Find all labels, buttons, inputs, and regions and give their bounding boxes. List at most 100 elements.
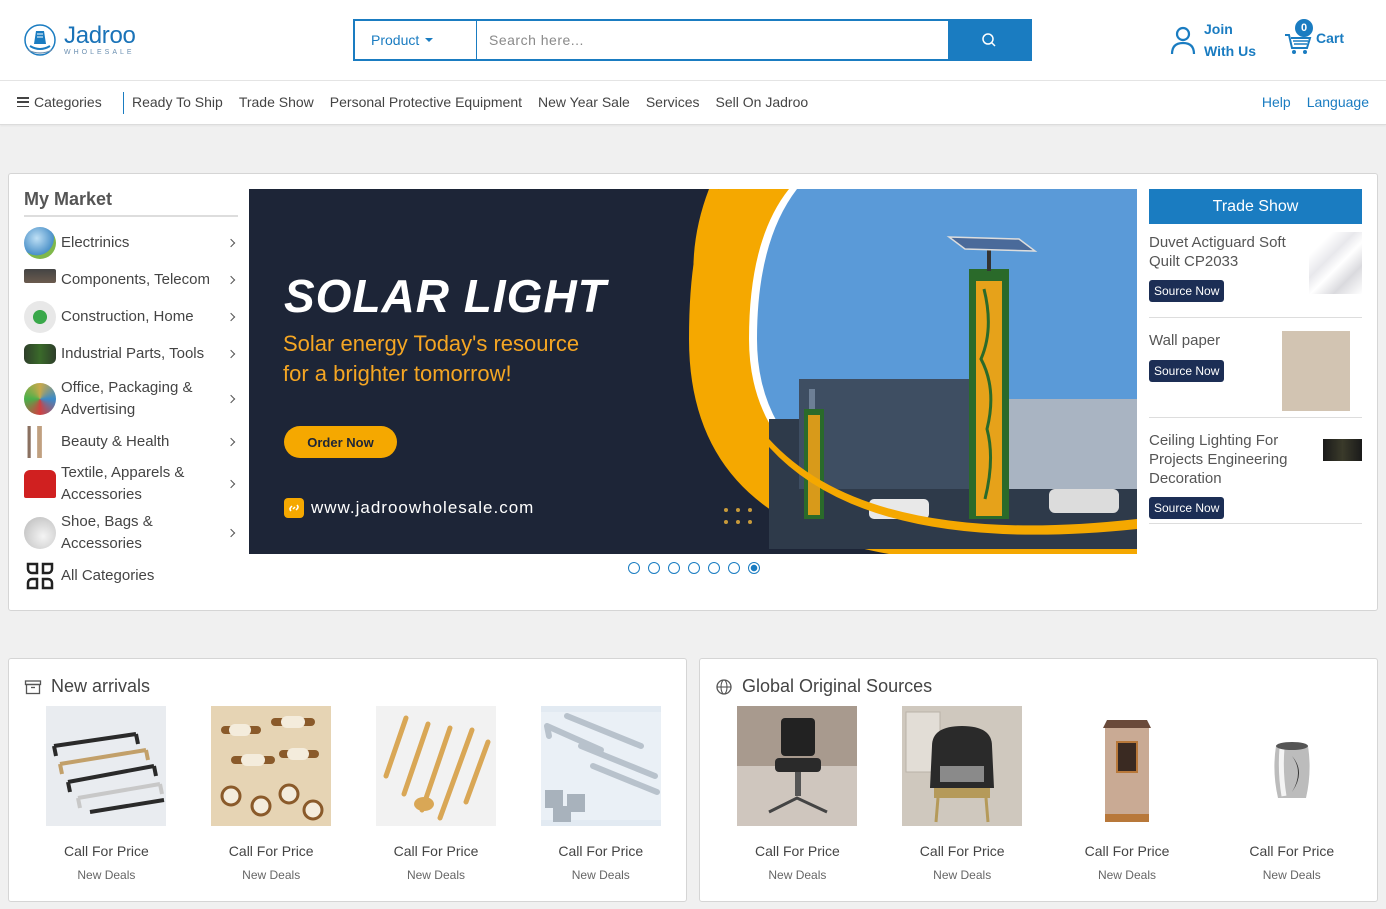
chevron-right-icon bbox=[226, 437, 236, 447]
trade-item-name[interactable]: Duvet Actiguard Soft Quilt CP2033 bbox=[1149, 233, 1299, 271]
globe-icon bbox=[716, 678, 732, 695]
brand-name: Jadroo bbox=[64, 22, 136, 49]
source-now-button[interactable]: Source Now bbox=[1149, 497, 1225, 519]
trade-item: Duvet Actiguard Soft Quilt CP2033 Source… bbox=[1149, 224, 1362, 318]
trade-show-title[interactable]: Trade Show bbox=[1149, 189, 1362, 224]
categories-label: Categories bbox=[34, 94, 102, 110]
global-sources-header: Global Original Sources bbox=[715, 676, 932, 697]
search-icon bbox=[982, 33, 996, 47]
carousel-dot[interactable] bbox=[688, 562, 700, 574]
global-sources-title: Global Original Sources bbox=[742, 676, 933, 696]
category-thumb bbox=[24, 383, 56, 415]
chevron-right-icon bbox=[226, 312, 236, 322]
category-thumb bbox=[24, 301, 56, 333]
chevron-right-icon bbox=[226, 394, 236, 404]
banner-subtitle-line-1: Solar energy Today's resource bbox=[283, 331, 580, 356]
product-card[interactable]: Call For Price New Deals bbox=[354, 706, 519, 882]
source-now-button[interactable]: Source Now bbox=[1149, 360, 1225, 382]
cart-link[interactable]: 0 Cart bbox=[1284, 17, 1344, 57]
trade-item-image[interactable] bbox=[1282, 331, 1350, 411]
category-item-electronics[interactable]: Electrinics bbox=[24, 226, 238, 260]
carousel-dot[interactable] bbox=[628, 562, 640, 574]
nav-link-help[interactable]: Help bbox=[1262, 94, 1291, 110]
category-item-components[interactable]: Components, Telecom bbox=[24, 260, 238, 299]
new-arrivals-panel: New arrivals Call For Price New Deals Ca… bbox=[8, 658, 687, 902]
category-thumb bbox=[24, 227, 56, 259]
chevron-right-icon bbox=[226, 479, 236, 489]
category-item-industrial[interactable]: Industrial Parts, Tools bbox=[24, 335, 238, 373]
trade-item-name[interactable]: Ceiling Lighting For Projects Engineerin… bbox=[1149, 431, 1309, 488]
trade-item: Ceiling Lighting For Projects Engineerin… bbox=[1149, 418, 1362, 524]
search-category-dropdown[interactable]: Product bbox=[355, 21, 477, 59]
product-image bbox=[902, 706, 1023, 826]
product-tag: New Deals bbox=[242, 868, 301, 882]
product-image bbox=[540, 706, 661, 826]
source-now-button[interactable]: Source Now bbox=[1149, 280, 1225, 302]
carousel-dot-active[interactable] bbox=[748, 562, 760, 574]
user-icon bbox=[1170, 26, 1196, 55]
search-button[interactable] bbox=[948, 21, 1030, 59]
box-icon bbox=[24, 679, 42, 694]
global-sources-panel: Global Original Sources Call For Price N… bbox=[699, 658, 1378, 902]
product-card[interactable]: Call For Price New Deals bbox=[1209, 706, 1374, 882]
trade-item-name[interactable]: Wall paper bbox=[1149, 331, 1220, 350]
nav-link-services[interactable]: Services bbox=[646, 94, 700, 110]
product-card[interactable]: Call For Price New Deals bbox=[189, 706, 354, 882]
category-item-all[interactable]: All Categories bbox=[24, 557, 238, 595]
new-arrivals-list: Call For Price New Deals Call For Price … bbox=[24, 706, 683, 882]
category-label: Textile, Apparels & Accessories bbox=[61, 464, 185, 503]
product-card[interactable]: Call For Price New Deals bbox=[518, 706, 683, 882]
category-label: Electrinics bbox=[61, 234, 130, 251]
category-label: Shoe, Bags & Accessories bbox=[61, 513, 153, 552]
search-input[interactable] bbox=[477, 21, 948, 59]
logo[interactable]: Jadroo WHOLESALE bbox=[22, 21, 136, 59]
cart-count-badge: 0 bbox=[1295, 19, 1313, 37]
hero-banner[interactable]: SOLAR LIGHT Solar energy Today's resourc… bbox=[249, 189, 1137, 554]
product-price: Call For Price bbox=[1249, 843, 1335, 859]
market-card: My Market Electrinics Components, Teleco… bbox=[8, 173, 1378, 611]
order-now-button[interactable]: Order Now bbox=[284, 426, 397, 458]
join-link[interactable]: Join With Us bbox=[1170, 18, 1256, 62]
categories-menu-button[interactable]: Categories bbox=[17, 94, 102, 110]
category-item-shoe-bags[interactable]: Shoe, Bags & Accessories bbox=[24, 509, 238, 557]
nav-link-language[interactable]: Language bbox=[1307, 94, 1369, 110]
nav-link-new-year-sale[interactable]: New Year Sale bbox=[538, 94, 630, 110]
category-thumb bbox=[24, 470, 56, 498]
nav-link-trade-show[interactable]: Trade Show bbox=[239, 94, 314, 110]
category-item-office[interactable]: Office, Packaging & Advertising bbox=[24, 373, 238, 425]
search-category-label: Product bbox=[371, 32, 420, 48]
nav-link-ppe[interactable]: Personal Protective Equipment bbox=[330, 94, 522, 110]
new-arrivals-title: New arrivals bbox=[51, 676, 151, 696]
carousel-dot[interactable] bbox=[708, 562, 720, 574]
product-price: Call For Price bbox=[919, 843, 1005, 859]
product-card[interactable]: Call For Price New Deals bbox=[715, 706, 880, 882]
product-tag: New Deals bbox=[933, 868, 992, 882]
banner-url-text: www.jadroowholesale.com bbox=[311, 498, 535, 517]
banner-url: www.jadroowholesale.com bbox=[284, 498, 534, 518]
category-item-textile[interactable]: Textile, Apparels & Accessories bbox=[24, 459, 238, 509]
nav-divider bbox=[123, 92, 124, 114]
carousel-dot[interactable] bbox=[648, 562, 660, 574]
category-label: Office, Packaging & Advertising bbox=[61, 379, 193, 418]
product-tag: New Deals bbox=[768, 868, 827, 882]
category-item-beauty[interactable]: Beauty & Health bbox=[24, 425, 238, 459]
hamburger-icon bbox=[17, 97, 29, 107]
product-card[interactable]: Call For Price New Deals bbox=[24, 706, 189, 882]
chevron-right-icon bbox=[226, 349, 236, 359]
caret-down-icon bbox=[425, 38, 434, 42]
trade-item: Wall paper Source Now bbox=[1149, 318, 1362, 418]
carousel-dot[interactable] bbox=[728, 562, 740, 574]
new-arrivals-header: New arrivals bbox=[24, 676, 150, 697]
product-price: Call For Price bbox=[1084, 843, 1170, 859]
product-tag: New Deals bbox=[77, 868, 136, 882]
nav-link-ready-to-ship[interactable]: Ready To Ship bbox=[132, 94, 223, 110]
carousel-dot[interactable] bbox=[668, 562, 680, 574]
trade-item-image[interactable] bbox=[1323, 439, 1362, 461]
trade-item-image[interactable] bbox=[1309, 232, 1362, 294]
category-thumb bbox=[24, 517, 56, 549]
product-card[interactable]: Call For Price New Deals bbox=[1045, 706, 1210, 882]
category-item-construction[interactable]: Construction, Home bbox=[24, 299, 238, 335]
nav-link-sell-on-jadroo[interactable]: Sell On Jadroo bbox=[716, 94, 809, 110]
product-card[interactable]: Call For Price New Deals bbox=[880, 706, 1045, 882]
product-image bbox=[46, 706, 167, 826]
